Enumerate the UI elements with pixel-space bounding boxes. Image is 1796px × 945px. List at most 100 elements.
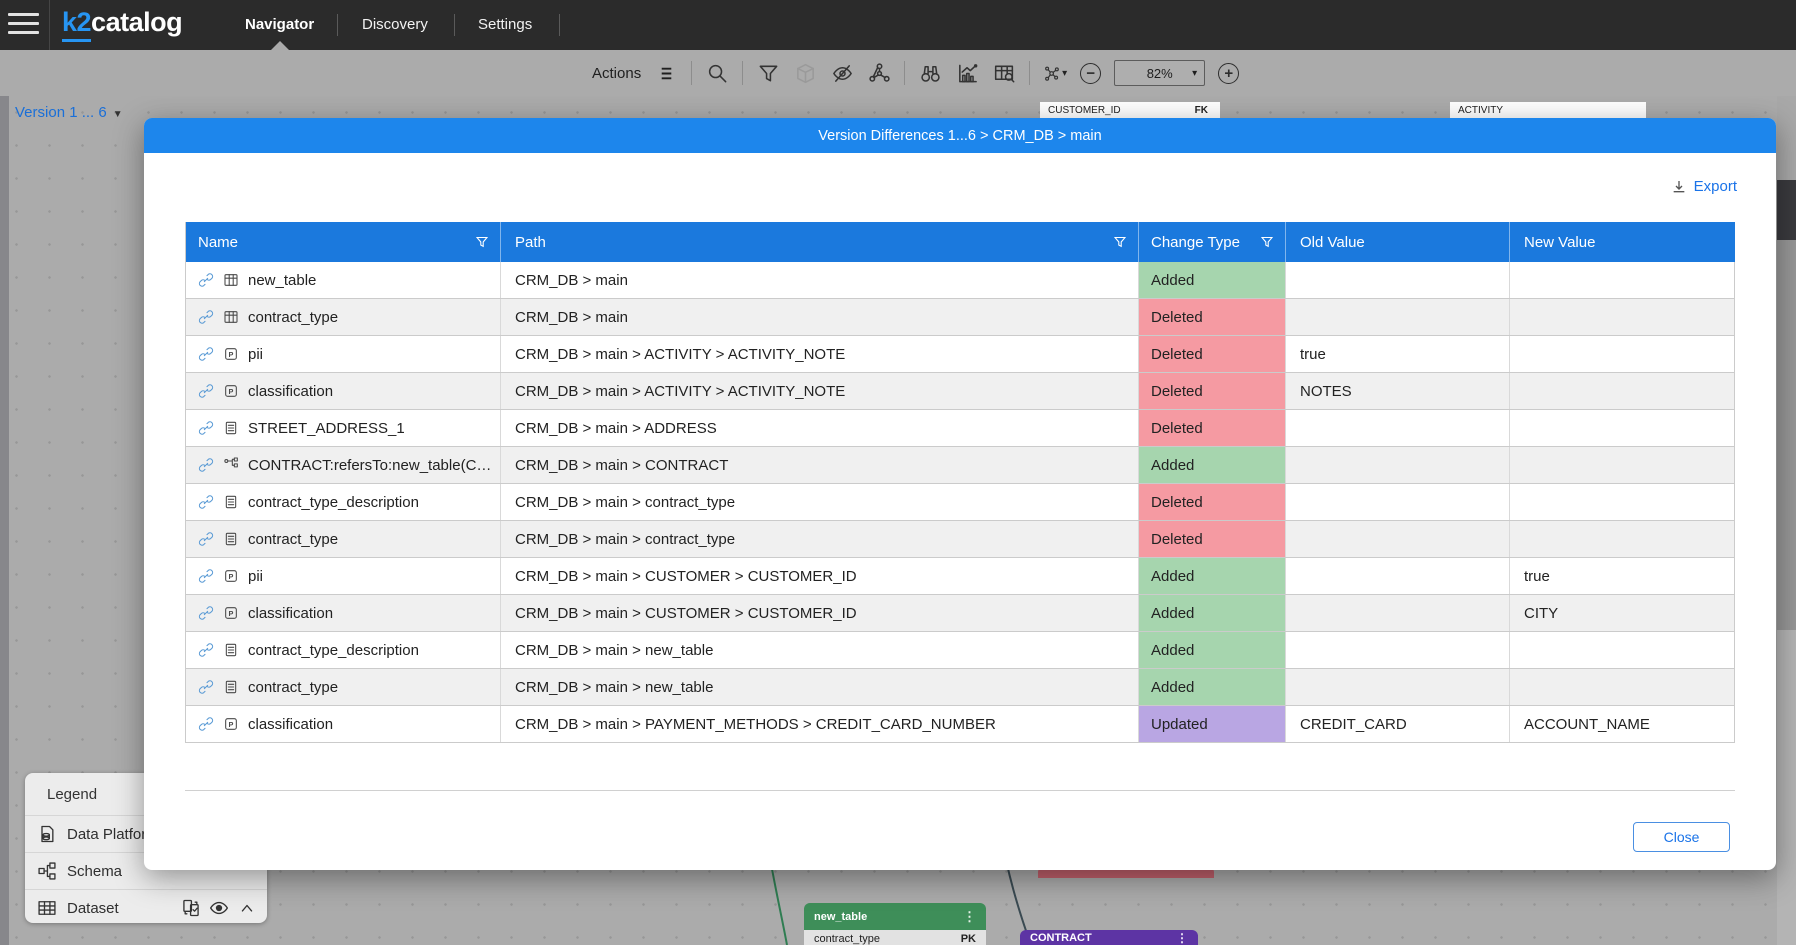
cell-path: CRM_DB > main > new_table — [501, 632, 1139, 668]
zoom-out-button[interactable]: − — [1080, 63, 1101, 84]
column-header-label: New Value — [1524, 234, 1595, 251]
cell-name: new_table — [185, 262, 501, 298]
cell-path: CRM_DB > main > ACTIVITY > ACTIVITY_NOTE — [501, 336, 1139, 372]
chevron-down-icon: ▾ — [1062, 68, 1067, 79]
logo-catalog: catalog — [91, 7, 182, 37]
table-row: contract_type_description CRM_DB > main >… — [185, 632, 1735, 669]
legend-item-actions — [181, 898, 257, 918]
active-tab-indicator — [271, 41, 289, 50]
cell-old-value: true — [1286, 336, 1510, 372]
layout-icon[interactable]: ▾ — [1043, 61, 1067, 85]
hide-icon[interactable] — [830, 61, 854, 85]
open-item-link-icon[interactable] — [198, 346, 214, 362]
table-header-row: NamePathChange TypeOld ValueNew Value — [185, 222, 1735, 262]
cell-path: CRM_DB > main > CONTRACT — [501, 447, 1139, 483]
filter-icon[interactable] — [1261, 236, 1273, 248]
open-item-link-icon[interactable] — [198, 272, 214, 288]
table-row: new_tableCRM_DB > mainAdded — [185, 262, 1735, 299]
customer-id-label: CUSTOMER_ID — [1048, 105, 1121, 116]
app-logo: k2catalog — [62, 7, 182, 42]
entity-new-table-row[interactable]: contract_type PK — [804, 930, 986, 945]
item-name: classification — [248, 605, 333, 622]
column-header-label: Path — [515, 234, 546, 251]
column-header-old-value: Old Value — [1286, 222, 1510, 262]
open-item-link-icon[interactable] — [198, 494, 214, 510]
open-item-link-icon[interactable] — [198, 679, 214, 695]
cell-new-value: CITY — [1510, 595, 1735, 631]
hamburger-menu-icon[interactable] — [8, 13, 39, 40]
column-header-new-value: New Value — [1510, 222, 1735, 262]
toolbar-separator — [691, 61, 692, 85]
filter-icon[interactable] — [476, 236, 488, 248]
actions-menu-icon[interactable] — [654, 61, 678, 85]
entity-new-table-header[interactable]: new_table ⋮ — [804, 903, 986, 930]
kebab-menu-icon[interactable]: ⋮ — [963, 909, 976, 925]
activity-label: ACTIVITY — [1458, 105, 1503, 116]
chevron-up-icon[interactable] — [237, 898, 257, 918]
cell-change-type: Added — [1139, 447, 1286, 483]
cell-change-type: Added — [1139, 669, 1286, 705]
fk-badge: FK — [1195, 105, 1208, 116]
export-button[interactable]: Export — [1671, 178, 1737, 195]
entity-new-table[interactable]: new_table ⋮ contract_type PK — [804, 903, 986, 945]
search-icon[interactable] — [705, 61, 729, 85]
entity-contract-header[interactable]: CONTRACT ⋮ — [1020, 930, 1198, 945]
binoculars-icon[interactable] — [918, 61, 942, 85]
tab-settings[interactable]: Settings — [478, 16, 532, 33]
prop-type-icon: P — [223, 716, 239, 732]
table-row: STREET_ADDRESS_1CRM_DB > main > ADDRESSD… — [185, 410, 1735, 447]
item-name: STREET_ADDRESS_1 — [248, 420, 405, 437]
cell-name: Ppii — [185, 336, 501, 372]
item-name: contract_type_description — [248, 642, 419, 659]
cell-path: CRM_DB > main > contract_type — [501, 484, 1139, 520]
package-icon[interactable] — [793, 61, 817, 85]
top-navigation-bar: k2catalog Navigator Discovery Settings — [0, 0, 1796, 50]
divider — [337, 14, 338, 36]
cell-change-type: Added — [1139, 595, 1286, 631]
dialog-title-bar: Version Differences 1...6 > CRM_DB > mai… — [144, 118, 1776, 153]
zoom-in-button[interactable]: + — [1218, 63, 1239, 84]
zoom-level-select[interactable]: 82% ▾ — [1114, 60, 1205, 86]
item-name: contract_type — [248, 679, 338, 696]
cell-name: contract_type — [185, 299, 501, 335]
cell-old-value — [1286, 558, 1510, 594]
cell-old-value — [1286, 632, 1510, 668]
open-item-link-icon[interactable] — [198, 531, 214, 547]
open-item-link-icon[interactable] — [198, 420, 214, 436]
data-platform-icon — [37, 824, 57, 844]
column-name-label: contract_type — [814, 933, 880, 945]
filter-icon[interactable] — [756, 61, 780, 85]
divider — [559, 14, 560, 36]
actions-label[interactable]: Actions — [592, 65, 641, 82]
open-item-link-icon[interactable] — [198, 568, 214, 584]
open-item-link-icon[interactable] — [198, 642, 214, 658]
cell-old-value — [1286, 299, 1510, 335]
cell-new-value — [1510, 632, 1735, 668]
kebab-menu-icon[interactable]: ⋮ — [1176, 931, 1188, 945]
open-item-link-icon[interactable] — [198, 457, 214, 473]
graph-icon[interactable] — [867, 61, 891, 85]
filter-icon[interactable] — [1114, 236, 1126, 248]
tab-discovery[interactable]: Discovery — [362, 16, 428, 33]
chart-icon[interactable] — [955, 61, 979, 85]
svg-text:P: P — [229, 350, 234, 359]
legend-item-dataset[interactable]: Dataset — [25, 889, 267, 926]
tab-navigator[interactable]: Navigator — [245, 16, 314, 33]
version-selector[interactable]: Version 1 ... 6▼ — [15, 104, 123, 121]
open-item-link-icon[interactable] — [198, 383, 214, 399]
cell-path: CRM_DB > main > ACTIVITY > ACTIVITY_NOTE — [501, 373, 1139, 409]
cell-name: contract_type — [185, 521, 501, 557]
open-item-link-icon[interactable] — [198, 605, 214, 621]
eye-icon[interactable] — [209, 898, 229, 918]
cell-new-value — [1510, 484, 1735, 520]
close-button[interactable]: Close — [1633, 822, 1730, 852]
scrollbar-thumb[interactable] — [1777, 180, 1796, 240]
svg-text:P: P — [229, 572, 234, 581]
item-name: pii — [248, 568, 263, 585]
compare-icon[interactable] — [181, 898, 201, 918]
open-item-link-icon[interactable] — [198, 716, 214, 732]
legend-item-label: Dataset — [67, 900, 119, 917]
table-search-icon[interactable] — [992, 61, 1016, 85]
cell-new-value — [1510, 669, 1735, 705]
open-item-link-icon[interactable] — [198, 309, 214, 325]
